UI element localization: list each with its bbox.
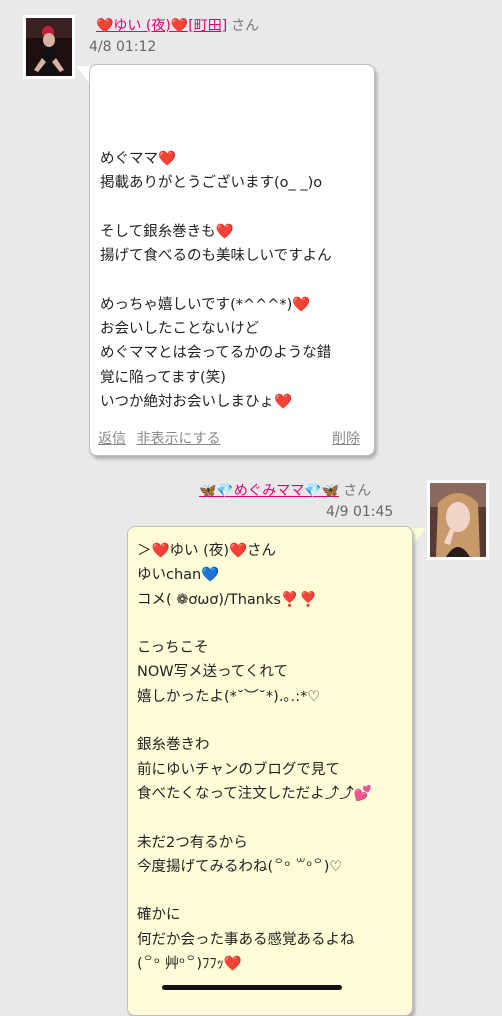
- home-indicator[interactable]: [162, 985, 342, 990]
- comment-bubble: めぐママ❤️ 掲載ありがとうございます(o_ _)o そして銀糸巻きも❤️ 揚げて食べ…: [89, 64, 375, 456]
- text-line: NOW写メ送ってくれて: [137, 664, 289, 681]
- text-line: めぐママ❤️: [100, 151, 177, 167]
- avatar-yui[interactable]: [23, 15, 75, 79]
- text-line: [100, 196, 366, 220]
- text-line: (꒪ᵒ 艸ᵒ꒪)ﾌﾌｯ❤️: [137, 956, 242, 973]
- text-line: [137, 806, 404, 830]
- text-line: 未だ2つ有るから: [137, 834, 248, 851]
- avatar-megumi[interactable]: [427, 480, 489, 560]
- text-line: 前にゆいチャンのブログで見て: [137, 761, 340, 778]
- text-line: ＞❤️ゆい (夜)❤️さん: [137, 543, 277, 559]
- author-link[interactable]: 🦋💎めぐみママ💎🦋: [199, 483, 339, 499]
- bubble-tail: [76, 66, 90, 84]
- comment-timestamp: 4/8 01:12: [89, 39, 157, 55]
- reply-timestamp: 4/9 01:45: [326, 504, 394, 520]
- text-line: [137, 612, 404, 636]
- text-line: 何だか会った事ある感覚あるよね: [137, 931, 355, 948]
- text-line: 確かに: [137, 907, 181, 924]
- text-line: ゆいchan💙: [137, 567, 220, 584]
- text-line: 今度揚げてみるわね(꒪ᵒ ꒳ᵒ꒪)♡: [137, 858, 343, 875]
- text-line: そして銀糸巻きも❤️: [100, 223, 234, 240]
- text-line: 覚に陥ってます(笑): [100, 369, 226, 386]
- comment-actions: 返信 非表示にする 削除: [98, 429, 360, 449]
- text-line: [137, 709, 404, 733]
- hide-link[interactable]: 非表示にする: [136, 431, 220, 447]
- text-line: 食べたくなって注文しただよ⤴︎⤴︎💕: [137, 785, 372, 802]
- text-line: 銀糸巻きわ: [137, 737, 210, 754]
- text-line: [100, 268, 366, 292]
- text-line: 嬉しかったよ(*˘︶˘*).｡.:*♡: [137, 688, 321, 705]
- delete-link[interactable]: 削除: [332, 429, 360, 449]
- reply-header: 🦋💎めぐみママ💎🦋 さん: [199, 481, 371, 501]
- reply-body: ＞❤️ゆい (夜)❤️さん ゆいchan💙 コメ( ❁ơωơ)/Thanks❣️❣️…: [137, 539, 404, 976]
- text-line: 揚げて食べるのも美味しいですよん: [100, 248, 332, 265]
- reply-bubble: ＞❤️ゆい (夜)❤️さん ゆいchan💙 コメ( ❁ơωơ)/Thanks❣️❣️…: [127, 526, 413, 1016]
- text-line: [137, 879, 404, 903]
- text-line: 掲載ありがとうございます(o_ _)o: [100, 175, 323, 192]
- comment-body: めぐママ❤️ 掲載ありがとうございます(o_ _)o そして銀糸巻きも❤️ 揚げて食べ…: [100, 147, 366, 414]
- avatar-photo: [430, 483, 486, 557]
- text-line: めぐママとは会ってるかのような錯: [100, 345, 332, 362]
- text-line: こっちこそ: [137, 640, 209, 657]
- reply-link[interactable]: 返信: [98, 431, 126, 447]
- text-line: お会いしたことないけど: [100, 321, 260, 338]
- bubble-tail: [412, 528, 426, 546]
- honorific: さん: [231, 18, 260, 34]
- text-line: いつか絶対お会いしまひょ❤️: [100, 393, 293, 410]
- honorific: さん: [343, 483, 372, 499]
- avatar-photo: [26, 18, 72, 76]
- text-line: めっちゃ嬉しいです(*^^^*)❤️: [100, 296, 311, 313]
- comment-header: ❤️ゆい (夜)❤️[町田] さん: [96, 16, 259, 36]
- author-link[interactable]: ❤️ゆい (夜)❤️[町田]: [96, 18, 227, 34]
- text-line: コメ( ❁ơωơ)/Thanks❣️❣️: [137, 591, 318, 608]
